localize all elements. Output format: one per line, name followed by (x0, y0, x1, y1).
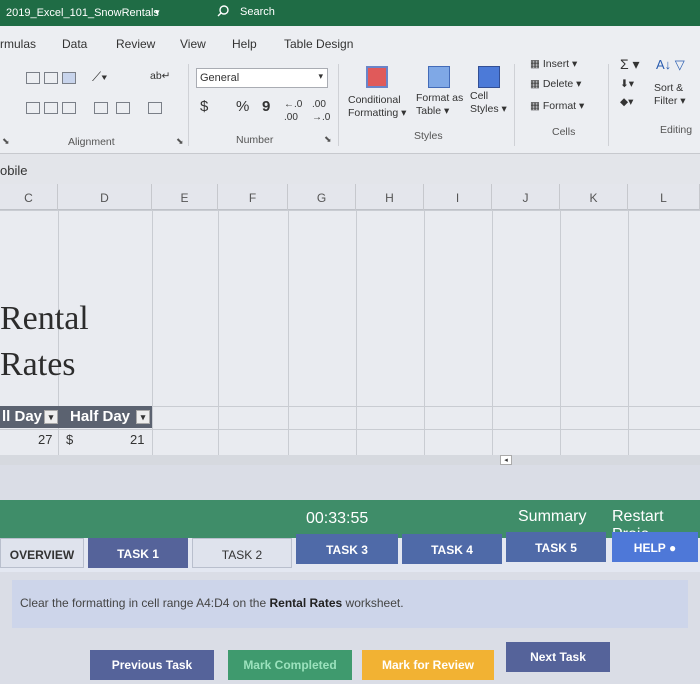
group-number: Number (236, 134, 274, 146)
cell-styles-button[interactable]: Cell Styles ▾ (470, 90, 507, 116)
insert-button[interactable]: ▦ Insert ▾ (530, 58, 577, 71)
mark-completed-button[interactable]: Mark Completed (228, 650, 352, 680)
filter-dropdown-icon[interactable]: ▾ (136, 410, 150, 424)
sheet-title-line1: Rental (0, 300, 89, 337)
tab-overview[interactable]: OVERVIEW (0, 538, 84, 568)
menu-view[interactable]: View (180, 37, 206, 51)
tab-task-2[interactable]: TASK 2 (192, 538, 292, 568)
task-tabs: OVERVIEW TASK 1 TASK 2 TASK 3 TASK 4 TAS… (0, 532, 700, 572)
help-button[interactable]: HELP ● (612, 532, 698, 562)
mark-for-review-button[interactable]: Mark for Review (362, 650, 494, 680)
file-title[interactable]: 2019_Excel_101_SnowRentals (6, 7, 159, 19)
decrease-decimal-icon[interactable]: .00 →.0 (312, 98, 330, 124)
currency-button[interactable]: $ (200, 99, 208, 114)
menu-bar: rmulas Data Review View Help Table Desig… (0, 26, 700, 58)
tab-task-1[interactable]: TASK 1 (88, 538, 188, 568)
dialog-launcher-icon[interactable]: ⬊ (324, 134, 332, 145)
clear-icon[interactable]: ◆▾ (620, 96, 633, 109)
column-header-c[interactable]: C (0, 184, 58, 210)
sort-filter-button[interactable]: Sort & Filter ▾ (654, 82, 686, 108)
column-header-f[interactable]: F (218, 184, 288, 210)
tab-task-4[interactable]: TASK 4 (402, 534, 502, 564)
horizontal-scrollbar[interactable]: ◂ (0, 455, 700, 465)
menu-data[interactable]: Data (62, 37, 87, 51)
autosum-icon[interactable]: Σ ▾ (620, 57, 640, 71)
fill-icon[interactable]: ⬇▾ (620, 78, 634, 91)
header-half-day[interactable]: Half Day ▾ (62, 406, 152, 428)
column-header-j[interactable]: J (492, 184, 560, 210)
cell-styles-icon[interactable] (478, 66, 500, 88)
wrap-text-icon[interactable]: ab↵ (150, 70, 170, 83)
merge-center-icon[interactable] (148, 102, 162, 114)
number-format-select[interactable]: General ▾ (196, 68, 328, 88)
column-header-i[interactable]: I (424, 184, 492, 210)
group-styles: Styles (414, 130, 443, 142)
percent-button[interactable]: % (236, 99, 249, 114)
task-timer: 00:33:55 (306, 510, 369, 527)
dialog-launcher-icon[interactable]: ⬊ (176, 136, 184, 147)
column-header-k[interactable]: K (560, 184, 628, 210)
filter-dropdown-icon[interactable]: ▾ (44, 410, 58, 424)
column-header-d[interactable]: D (58, 184, 152, 210)
menu-help[interactable]: Help (232, 37, 257, 51)
column-header-g[interactable]: G (288, 184, 356, 210)
help-drop-icon: ● (668, 541, 677, 555)
next-task-button[interactable]: Next Task (506, 642, 610, 672)
formula-bar: obile (0, 154, 700, 184)
align-top-icon[interactable] (26, 72, 40, 84)
group-editing: Editing (660, 124, 693, 136)
menu-formulas[interactable]: rmulas (0, 37, 36, 51)
group-cells: Cells (552, 126, 576, 138)
tab-task-3[interactable]: TASK 3 (296, 534, 398, 564)
delete-button[interactable]: ▦ Delete ▾ (530, 78, 581, 91)
summary-link[interactable]: Summary (518, 508, 586, 526)
half-day-currency: $ (66, 432, 74, 447)
half-day-value[interactable]: 21 (130, 432, 144, 447)
format-as-table-button[interactable]: Format as Table ▾ (416, 92, 463, 118)
name-box[interactable]: obile (0, 163, 27, 178)
align-middle-icon[interactable] (44, 72, 58, 84)
chevron-down-icon[interactable]: ▾ (155, 7, 160, 18)
column-header-l[interactable]: L (628, 184, 700, 210)
format-as-table-icon[interactable] (428, 66, 450, 88)
column-header-e[interactable]: E (152, 184, 218, 210)
increase-decimal-icon[interactable]: ←.0.00 (284, 98, 302, 124)
header-full-day[interactable]: ll Day ▾ (0, 406, 62, 428)
menu-review[interactable]: Review (116, 37, 155, 51)
align-center-icon[interactable] (44, 102, 58, 114)
increase-indent-icon[interactable] (116, 102, 130, 114)
dialog-launcher-icon[interactable]: ⬊ (2, 136, 10, 147)
scroll-left-icon[interactable]: ◂ (500, 455, 512, 465)
chevron-down-icon: ▾ (318, 71, 323, 81)
align-left-icon[interactable] (26, 102, 40, 114)
tab-task-5[interactable]: TASK 5 (506, 532, 606, 562)
conditional-formatting-icon[interactable] (366, 66, 388, 88)
full-day-value[interactable]: 27 (38, 432, 52, 447)
align-right-icon[interactable] (62, 102, 76, 114)
orientation-icon[interactable]: ⟋▾ (92, 70, 107, 83)
title-bar: 2019_Excel_101_SnowRentals ▾ Search (0, 0, 700, 26)
comma-button[interactable]: 9 (262, 99, 270, 114)
column-headers: C D E F G H I J K L (0, 184, 700, 210)
column-header-h[interactable]: H (356, 184, 424, 210)
sort-filter-icon[interactable]: A↓ ▽ (656, 58, 685, 71)
search-box[interactable]: Search (240, 6, 275, 18)
group-alignment: Alignment (68, 136, 115, 148)
format-button[interactable]: ▦ Format ▾ (530, 100, 584, 113)
search-icon[interactable] (216, 4, 230, 18)
menu-table-design[interactable]: Table Design (284, 37, 353, 51)
conditional-formatting-button[interactable]: Conditional Formatting ▾ (348, 94, 406, 120)
align-bottom-icon[interactable] (62, 72, 76, 84)
task-instruction: Clear the formatting in cell range A4:D4… (12, 580, 688, 628)
decrease-indent-icon[interactable] (94, 102, 108, 114)
ribbon: ⟋▾ ab↵ Alignment ⬊ ⬊ General ▾ $ % 9 ←.0… (0, 57, 700, 154)
previous-task-button[interactable]: Previous Task (90, 650, 214, 680)
sheet-title-line2: Rates (0, 346, 76, 383)
